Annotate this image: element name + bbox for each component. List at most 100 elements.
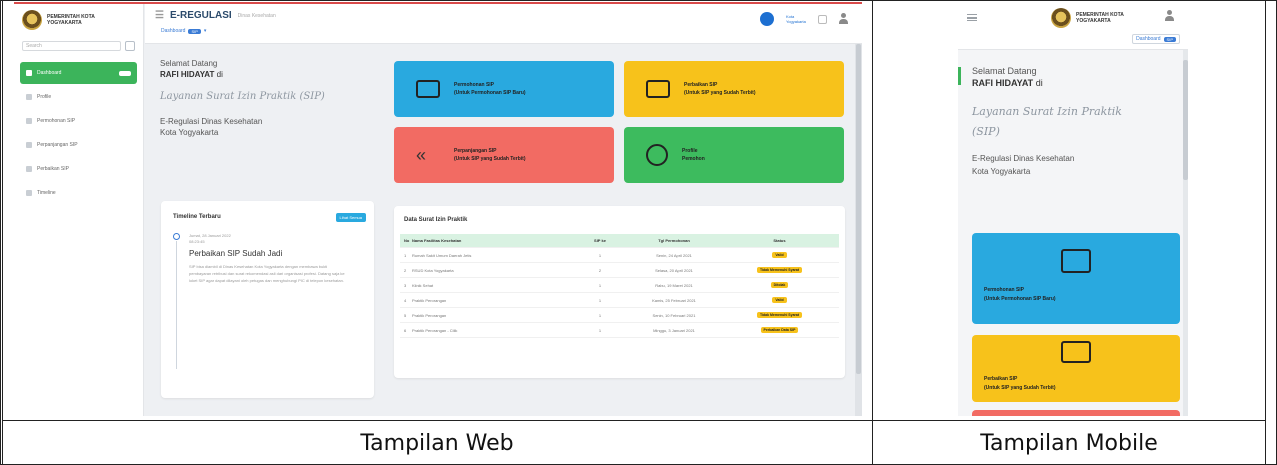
- table-header: No Nama Fasilitas Kesehatan SIP ke Tgl Perm…: [400, 234, 839, 248]
- cell-date: Minggu, 3 Januari 2021: [653, 327, 695, 333]
- grid-icon[interactable]: [818, 14, 827, 24]
- menu-icon: [26, 142, 32, 148]
- hamburger-icon[interactable]: [967, 14, 977, 21]
- cell-date: Senin, 10 Februari 2021: [652, 312, 696, 318]
- cell-no: 6: [404, 327, 407, 333]
- tile-subtitle: (Untuk SIP yang Sudah Terbit): [454, 156, 526, 162]
- sidebar-item-label: Permohonan SIP: [37, 118, 76, 124]
- sidebar-item-label: Profile: [37, 94, 52, 100]
- menu-icon: [26, 166, 32, 172]
- mobile-tile-permohonan[interactable]: Permohonan SIP (Untuk Permohonan SIP Bar…: [972, 233, 1180, 324]
- sidebar-logo[interactable]: PEMERINTAH KOTA YOGYAKARTA: [14, 4, 143, 36]
- table-row[interactable]: 6 Praktik Perorangan - Cilik 1 Minggu, 3 Ja…: [400, 323, 839, 338]
- scrollbar-thumb[interactable]: [1183, 60, 1188, 180]
- table-row[interactable]: 3 Klinik Sehat 1 Rabu, 19 Maret 2021 Ditolak: [400, 278, 839, 293]
- status-badge: Perbaikan Data SIP: [760, 327, 799, 333]
- tile-perbaikan[interactable]: Perbaikan SIP (Untuk SIP yang Sudah Terbi…: [624, 61, 844, 117]
- sidebar-item-profile[interactable]: Profile: [20, 86, 137, 108]
- caption-mobile: Tampilan Mobile: [980, 431, 1158, 456]
- sidebar-item-perpanjangan-sip[interactable]: Perpanjangan SIP: [20, 134, 137, 156]
- mobile-breadcrumb[interactable]: Dashboard SIP: [1132, 34, 1180, 44]
- welcome-name-line: RAFI HIDAYAT di: [972, 78, 1172, 88]
- org-line2: YOGYAKARTA: [47, 20, 82, 26]
- mobile-tile-perbaikan[interactable]: Perbaikan SIP (Untuk SIP yang Sudah Terb…: [972, 335, 1180, 402]
- sip-table-title: Data Surat Izin Praktik: [404, 217, 468, 223]
- sidebar-item-timeline[interactable]: Timeline: [20, 182, 137, 204]
- user-icon[interactable]: [839, 13, 848, 25]
- edit-icon: [1061, 341, 1091, 363]
- mobile-logo[interactable]: PEMERINTAH KOTA YOGYAKARTA: [1051, 8, 1124, 28]
- tile-subtitle: (Untuk Permohonan SIP Baru): [984, 296, 1056, 302]
- status-badge: Valid: [772, 297, 787, 303]
- cell-facility: Klinik Sehat: [412, 282, 434, 288]
- cell-date: Rabu, 19 Maret 2021: [655, 282, 693, 288]
- cell-status: Perbaikan Data SIP: [720, 327, 839, 333]
- cell-date: Kamis, 25 Februari 2021: [652, 297, 696, 303]
- scrollbar-thumb[interactable]: [856, 44, 861, 374]
- user-name: RAFI HIDAYAT: [160, 70, 215, 79]
- top-bar: ☰ E-REGULASI Dinas Kesehatan Dashboard S…: [145, 4, 862, 44]
- hamburger-icon[interactable]: ☰: [155, 10, 164, 21]
- page-scrollbar[interactable]: [855, 44, 862, 416]
- tile-title: Permohonan SIP: [984, 287, 1025, 293]
- sip-table-card: Data Surat Izin Praktik No Nama Fasilitas…: [394, 206, 845, 378]
- tile-perpanjangan[interactable]: « Perpanjangan SIP (Untuk SIP yang Sudah …: [394, 127, 614, 183]
- accent-bar: [958, 67, 961, 85]
- table-row[interactable]: 2 RSUD Kota Yogyakarta 2 Selasa, 20 April 2…: [400, 263, 839, 278]
- sidebar-item-dashboard[interactable]: Dashboard: [20, 62, 137, 84]
- org-line2: YOGYAKARTA: [1076, 18, 1111, 24]
- frame-left-border: [2, 0, 3, 465]
- mobile-scrollbar[interactable]: [1183, 50, 1188, 416]
- breadcrumb[interactable]: Dashboard SIP ▾: [161, 28, 206, 34]
- globe-icon[interactable]: [760, 12, 774, 26]
- caption-rule: [2, 420, 1265, 421]
- cell-no: 2: [404, 267, 407, 273]
- status-badge: Tidak Memenuhi Syarat: [756, 312, 803, 318]
- tile-profile[interactable]: Profile Pemohon: [624, 127, 844, 183]
- city-seal-icon: [1051, 8, 1071, 28]
- table-row[interactable]: 1 Rumah Sakit Umum Daerah Jetis 1 Senin, 24…: [400, 248, 839, 263]
- mobile-screenshot: PEMERINTAH KOTA YOGYAKARTA Dashboard SIP …: [958, 2, 1188, 416]
- app-subtitle: Dinas Kesehatan: [237, 12, 276, 19]
- sidebar-item-label: Perbaikan SIP: [37, 166, 69, 172]
- cell-no: 4: [404, 297, 407, 303]
- city-name: Kota Yogyakarta: [972, 167, 1031, 176]
- department-name: E-Regulasi Dinas Kesehatan: [160, 117, 263, 126]
- tile-subtitle: (Untuk SIP yang Sudah Terbit): [984, 385, 1056, 391]
- cell-no: 3: [404, 282, 407, 288]
- caption-web: Tampilan Web: [360, 431, 514, 456]
- timeline-title: Timeline Terbaru: [173, 214, 221, 220]
- search-input[interactable]: Search: [22, 41, 121, 51]
- table-row[interactable]: 5 Praktik Perorangan 1 Senin, 10 Februari 2…: [400, 308, 839, 323]
- edit-icon: [646, 80, 670, 98]
- sidebar-item-label: Dashboard: [37, 70, 62, 76]
- top-icons: Kota Yogyakarta: [760, 12, 848, 26]
- status-badge: Valid: [772, 252, 787, 258]
- column-header: Tgl Permohonan: [658, 238, 690, 243]
- cell-facility: Praktik Perorangan: [412, 297, 447, 303]
- sidebar-menu: Dashboard Profile Permohonan SIP Perpanjang…: [14, 62, 143, 204]
- column-header: SIP ke: [594, 238, 606, 243]
- breadcrumb-pill: SIP: [188, 28, 201, 34]
- sidebar-item-perbaikan-sip[interactable]: Perbaikan SIP: [20, 158, 137, 180]
- user-icon[interactable]: [1165, 10, 1174, 22]
- timeline-card: Timeline Terbaru Lihat Semua Jumat, 28 J…: [161, 201, 374, 398]
- timeline-time: 08:23:45: [189, 239, 205, 244]
- welcome-name-line: RAFI HIDAYAT di: [160, 70, 380, 79]
- sidebar-item-permohonan-sip[interactable]: Permohonan SIP: [20, 110, 137, 132]
- cell-sip-ke: 1: [598, 327, 602, 333]
- app-brand[interactable]: ☰ E-REGULASI Dinas Kesehatan: [155, 10, 276, 21]
- column-header: No: [404, 238, 410, 243]
- department-block: E-Regulasi Dinas Kesehatan Kota Yogyakart…: [972, 152, 1172, 178]
- table-row[interactable]: 4 Praktik Perorangan 1 Kamis, 25 Februari 2…: [400, 293, 839, 308]
- menu-icon: [26, 118, 32, 124]
- search-button[interactable]: [125, 41, 135, 51]
- timeline-entry-desc: SIP bisa diambil di Dinas Kesehatan Kota…: [189, 264, 345, 283]
- tile-subtitle: (Untuk SIP yang Sudah Terbit): [684, 90, 756, 96]
- frame-right-border: [1265, 0, 1266, 465]
- mobile-tile-perpanjangan[interactable]: [972, 410, 1180, 416]
- view-all-button[interactable]: Lihat Semua: [335, 213, 366, 222]
- tile-permohonan[interactable]: Permohonan SIP (Untuk Permohonan SIP Baru…: [394, 61, 614, 117]
- service-name: Layanan Surat Izin Praktik (SIP): [160, 91, 325, 102]
- sidebar-search: Search: [22, 40, 135, 52]
